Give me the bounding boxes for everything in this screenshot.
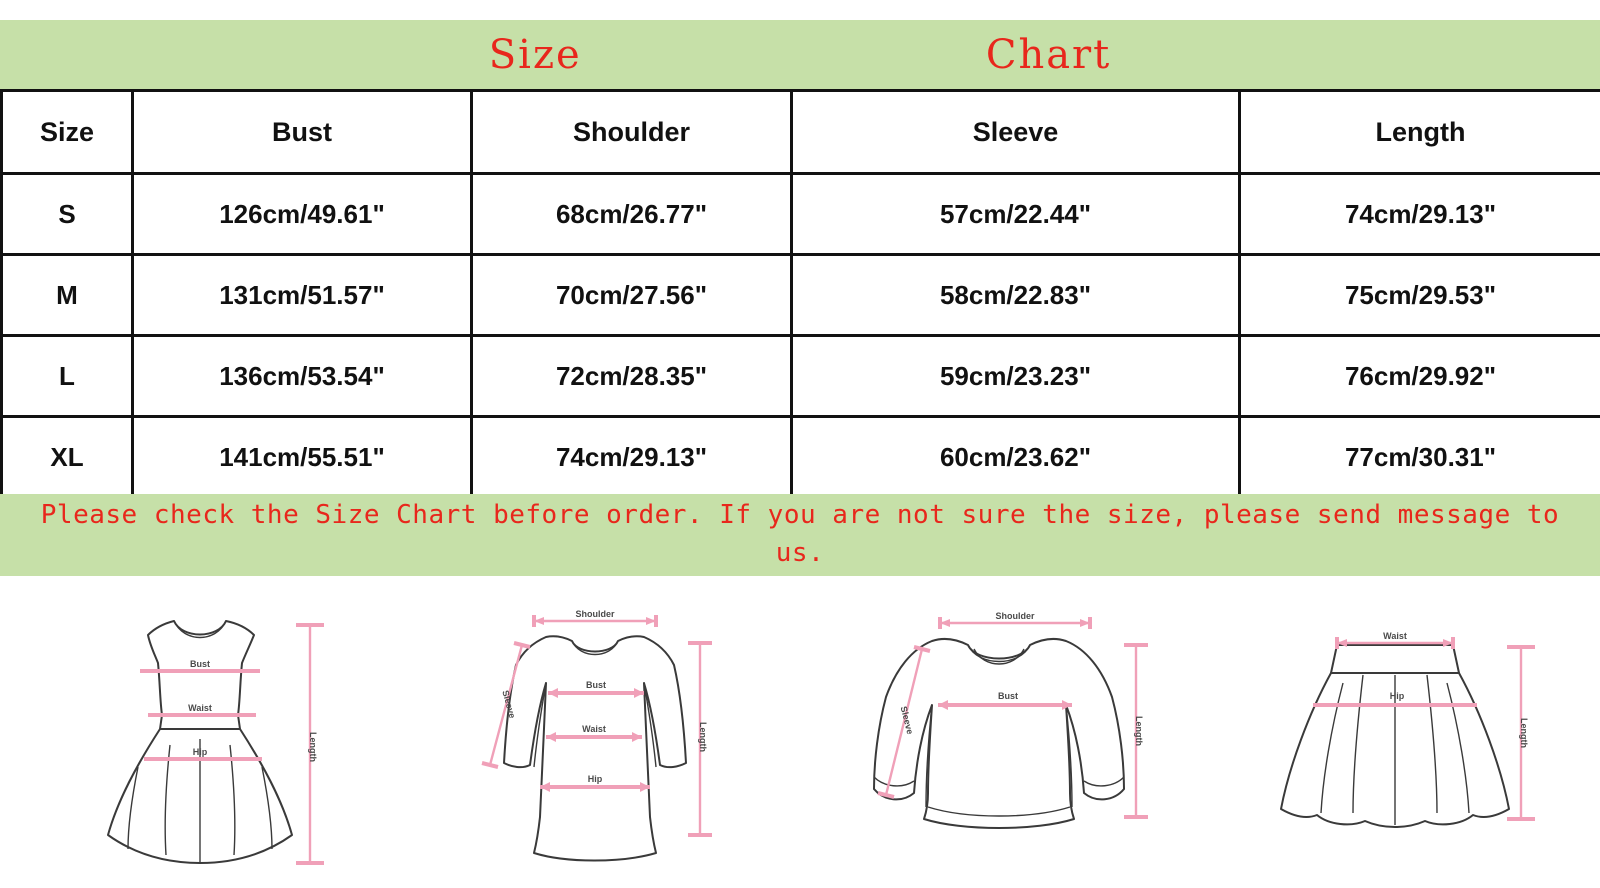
note-band: Please check the Size Chart before order… — [0, 494, 1600, 576]
table-row: M 131cm/51.57" 70cm/27.56" 58cm/22.83" 7… — [0, 253, 1600, 337]
column-header-length: Length — [1238, 89, 1600, 175]
table-row: S 126cm/49.61" 68cm/26.77" 57cm/22.44" 7… — [0, 172, 1600, 256]
sweatshirt-illustration: Shoulder Sleeve Bust Length — [873, 611, 1148, 829]
size-chart-page: Size Chart Size Bust Shoulder Sleeve Len… — [0, 0, 1600, 888]
cell-sleeve: 60cm/23.62" — [790, 415, 1241, 499]
cell-bust: 126cm/49.61" — [131, 172, 473, 256]
cell-sleeve: 57cm/22.44" — [790, 172, 1241, 256]
dress-hip-label: Hip — [193, 747, 208, 757]
cell-size: L — [0, 334, 134, 418]
cell-size: XL — [0, 415, 134, 499]
diagram-dress: Bust Waist Hip Length — [0, 576, 400, 888]
skirt-hip-label: Hip — [1390, 691, 1405, 701]
sweatshirt-shoulder-label: Shoulder — [995, 611, 1034, 621]
cell-size: S — [0, 172, 134, 256]
skirt-length-label: Length — [1519, 718, 1529, 748]
cell-bust: 141cm/55.51" — [131, 415, 473, 499]
table-row: L 136cm/53.54" 72cm/28.35" 59cm/23.23" 7… — [0, 334, 1600, 418]
tunic-waist-label: Waist — [582, 724, 606, 734]
cell-shoulder: 74cm/29.13" — [470, 415, 793, 499]
tunic-bust-label: Bust — [586, 680, 606, 690]
cell-sleeve: 59cm/23.23" — [790, 334, 1241, 418]
cell-length: 77cm/30.31" — [1238, 415, 1600, 499]
garment-diagrams: Bust Waist Hip Length Shoulder Sleeve Bu… — [0, 576, 1600, 888]
diagram-long-sleeve-tunic: Shoulder Sleeve Bust Waist Hip Length — [400, 576, 800, 888]
cell-shoulder: 72cm/28.35" — [470, 334, 793, 418]
dress-bust-label: Bust — [190, 659, 210, 669]
title-band: Size Chart — [0, 20, 1600, 89]
cell-length: 75cm/29.53" — [1238, 253, 1600, 337]
cell-sleeve: 58cm/22.83" — [790, 253, 1241, 337]
column-header-bust: Bust — [131, 89, 473, 175]
skirt-illustration: Waist Hip Length — [1280, 631, 1535, 828]
cell-bust: 136cm/53.54" — [131, 334, 473, 418]
diagram-skirt: Waist Hip Length — [1200, 576, 1600, 888]
column-header-shoulder: Shoulder — [470, 89, 793, 175]
sweatshirt-bust-label: Bust — [998, 691, 1018, 701]
tunic-hip-label: Hip — [588, 774, 603, 784]
cell-length: 74cm/29.13" — [1238, 172, 1600, 256]
sweatshirt-length-label: Length — [1134, 716, 1144, 746]
cell-shoulder: 68cm/26.77" — [470, 172, 793, 256]
size-chart-table: Size Bust Shoulder Sleeve Length S 126cm… — [0, 89, 1600, 499]
table-row: XL 141cm/55.51" 74cm/29.13" 60cm/23.62" … — [0, 415, 1600, 499]
page-title: Size Chart — [488, 31, 1112, 78]
tunic-shoulder-label: Shoulder — [575, 609, 614, 619]
cell-bust: 131cm/51.57" — [131, 253, 473, 337]
cell-length: 76cm/29.92" — [1238, 334, 1600, 418]
cell-shoulder: 70cm/27.56" — [470, 253, 793, 337]
cell-size: M — [0, 253, 134, 337]
skirt-waist-label: Waist — [1383, 631, 1407, 641]
column-header-sleeve: Sleeve — [790, 89, 1241, 175]
column-header-size: Size — [0, 89, 134, 175]
tunic-length-label: Length — [698, 722, 708, 752]
dress-illustration: Bust Waist Hip Length — [107, 620, 324, 865]
size-advice-note: Please check the Size Chart before order… — [40, 500, 1560, 568]
dress-length-label: Length — [308, 732, 318, 762]
dress-waist-label: Waist — [188, 703, 212, 713]
tunic-illustration: Shoulder Sleeve Bust Waist Hip Length — [481, 609, 712, 862]
table-header-row: Size Bust Shoulder Sleeve Length — [0, 89, 1600, 175]
diagram-sweatshirt: Shoulder Sleeve Bust Length — [800, 576, 1200, 888]
